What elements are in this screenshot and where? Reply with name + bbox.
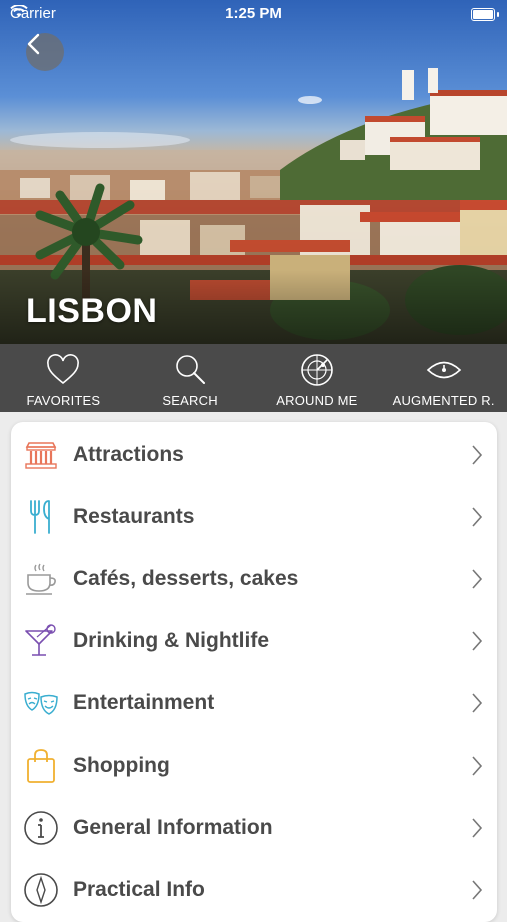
menu-item-entertainment[interactable]: Entertainment <box>11 672 497 734</box>
menu-item-label: Shopping <box>73 754 170 777</box>
monument-icon <box>23 437 59 473</box>
status-bar: Carrier 1:25 PM <box>0 0 507 28</box>
menu-item-drinking-nightlife[interactable]: Drinking & Nightlife <box>11 610 497 672</box>
favorites-button[interactable]: FAVORITES <box>0 344 127 412</box>
menu-item-cafes[interactable]: Cafés, desserts, cakes <box>11 548 497 610</box>
info-icon <box>23 810 59 846</box>
shopping-bag-icon <box>23 748 59 784</box>
menu-item-label: Entertainment <box>73 691 215 714</box>
eye-icon <box>426 361 461 379</box>
theater-masks-icon <box>23 685 59 721</box>
chevron-right-icon <box>472 756 483 776</box>
menu-item-label: Practical Info <box>73 878 205 901</box>
city-hero-image: Carrier 1:25 PM LISBON <box>0 0 507 344</box>
chevron-right-icon <box>472 693 483 713</box>
coffee-cup-icon <box>23 561 59 597</box>
search-label: SEARCH <box>162 393 218 408</box>
around-me-label: AROUND ME <box>276 393 358 408</box>
menu-item-attractions[interactable]: Attractions <box>11 424 497 486</box>
heart-icon <box>47 354 80 385</box>
favorites-label: FAVORITES <box>26 393 101 408</box>
menu-item-label: Attractions <box>73 443 184 466</box>
category-menu: Attractions Restaurants Cafés, desserts,… <box>11 422 497 922</box>
menu-item-general-information[interactable]: General Information <box>11 797 497 859</box>
cocktail-icon <box>23 623 59 659</box>
chevron-right-icon <box>472 818 483 838</box>
chevron-right-icon <box>472 631 483 651</box>
back-button[interactable] <box>26 33 64 71</box>
search-button[interactable]: SEARCH <box>127 344 254 412</box>
status-time: 1:25 PM <box>225 5 282 22</box>
city-title: LISBON <box>26 292 158 330</box>
chevron-right-icon <box>472 569 483 589</box>
chevron-left-icon <box>27 33 40 55</box>
radar-icon <box>301 354 333 386</box>
chevron-right-icon <box>472 880 483 900</box>
around-me-button[interactable]: AROUND ME <box>254 344 381 412</box>
menu-item-label: Restaurants <box>73 505 195 528</box>
chevron-right-icon <box>472 507 483 527</box>
menu-item-restaurants[interactable]: Restaurants <box>11 486 497 548</box>
search-icon <box>176 355 206 384</box>
chevron-right-icon <box>472 445 483 465</box>
battery-tip <box>497 12 499 17</box>
menu-item-practical-info[interactable]: Practical Info <box>11 859 497 921</box>
menu-item-label: General Information <box>73 816 273 839</box>
compass-icon <box>23 872 59 908</box>
fork-knife-icon <box>23 499 59 535</box>
augmented-reality-button[interactable]: AUGMENTED R. <box>380 344 507 412</box>
menu-item-label: Cafés, desserts, cakes <box>73 567 299 590</box>
action-toolbar: FAVORITES SEARCH AROUND ME AUGMENTED R. <box>0 344 507 412</box>
battery-icon <box>471 8 495 21</box>
menu-item-shopping[interactable]: Shopping <box>11 735 497 797</box>
menu-item-label: Drinking & Nightlife <box>73 629 269 652</box>
augmented-reality-label: AUGMENTED R. <box>392 393 495 408</box>
